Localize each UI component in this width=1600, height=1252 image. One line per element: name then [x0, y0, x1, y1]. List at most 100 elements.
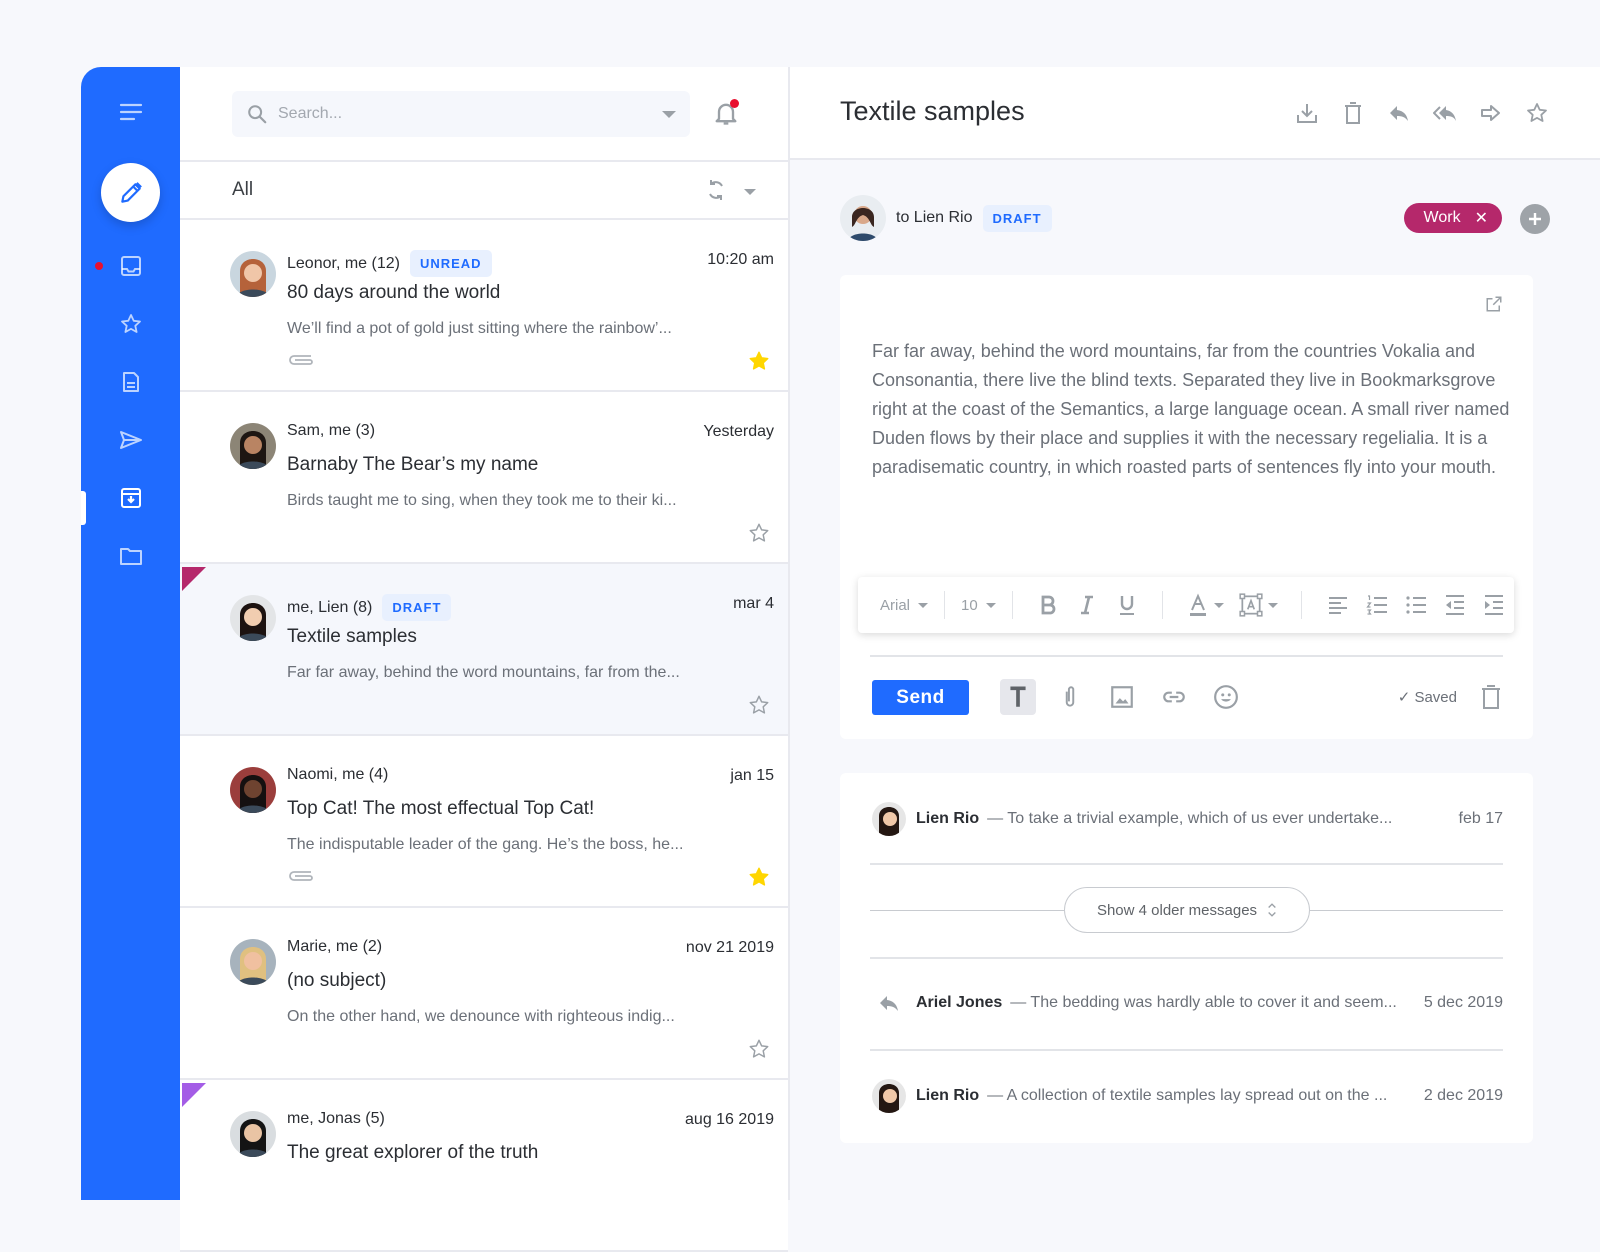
outdent-icon — [1446, 595, 1465, 615]
outdent-button[interactable] — [1443, 592, 1468, 618]
mail-from: Leonor, me (12) — [287, 254, 400, 272]
mail-subject: The great explorer of the truth — [287, 1142, 539, 1163]
mail-participants: Sam, me (3) — [287, 422, 375, 440]
thread-message[interactable]: Lien Rio — To take a trivial example, wh… — [872, 801, 1503, 837]
indent-button[interactable] — [1482, 592, 1507, 618]
text-color-icon — [1190, 593, 1207, 616]
mail-from: Naomi, me (4) — [287, 766, 389, 783]
thread-message[interactable]: Lien Rio — A collection of textile sampl… — [872, 1078, 1503, 1114]
folder-icon — [119, 548, 142, 565]
status-badge: DRAFT — [982, 204, 1052, 232]
numbered-list-icon — [1366, 595, 1387, 615]
sidebar-item-starred[interactable] — [118, 311, 144, 337]
notification-dot — [730, 99, 739, 108]
insert-image-button[interactable] — [1104, 679, 1140, 715]
older-messages-label: Show 4 older messages — [1096, 901, 1258, 919]
italic-button[interactable] — [1075, 592, 1100, 618]
refresh-icon[interactable] — [704, 178, 728, 202]
document-icon — [122, 372, 139, 392]
message-body-editor[interactable]: Far far away, behind the word mountains,… — [872, 337, 1512, 482]
text-color-select[interactable] — [1186, 593, 1225, 617]
tag-label: Work — [1423, 209, 1461, 226]
refresh-options-dropdown[interactable] — [744, 189, 756, 195]
mail-list-item[interactable]: Leonor, me (12) UNREAD 10:20 am 80 days aro… — [180, 220, 788, 392]
reply-all-button[interactable] — [1432, 100, 1458, 126]
mail-list-item[interactable]: Naomi, me (4) jan 15 Top Cat! The most eff… — [180, 736, 788, 908]
text-format-toggle[interactable] — [1000, 679, 1036, 715]
toolbar-divider — [1011, 591, 1013, 619]
delete-button[interactable] — [1340, 100, 1366, 126]
mail-participants: Leonor, me (12) UNREAD — [287, 250, 492, 277]
star-icon[interactable] — [748, 1038, 770, 1060]
font-size-select[interactable]: 10 — [961, 597, 996, 614]
mail-subject: Textile samples — [287, 626, 417, 647]
underline-button[interactable] — [1114, 592, 1139, 618]
font-family-select[interactable]: Arial — [880, 597, 929, 614]
send-button[interactable]: Send — [872, 680, 969, 715]
tag-work[interactable]: Work ✕ — [1403, 203, 1502, 233]
insert-emoji-button[interactable] — [1208, 679, 1244, 715]
mail-list-item[interactable]: Marie, me (2) nov 21 2019 (no subject) On t… — [180, 908, 788, 1080]
avatar — [230, 423, 276, 469]
mail-date: jan 15 — [730, 767, 774, 784]
avatar — [230, 1111, 276, 1157]
remove-tag-icon[interactable]: ✕ — [1475, 208, 1488, 228]
popout-icon[interactable] — [1485, 295, 1503, 313]
detail-header: Textile samples — [790, 67, 1600, 160]
mail-participants: Naomi, me (4) — [287, 766, 388, 784]
show-older-messages-button[interactable]: Show 4 older messages — [1064, 887, 1310, 933]
mail-list-item[interactable]: Sam, me (3) Yesterday Barnaby The Bear’s m… — [180, 392, 788, 564]
align-left-button[interactable] — [1325, 592, 1350, 618]
notifications-button[interactable] — [712, 99, 740, 127]
avatar — [230, 767, 276, 813]
download-button[interactable] — [1294, 100, 1320, 126]
sidebar-item-archive[interactable] — [118, 485, 144, 511]
bullet-list-button[interactable] — [1403, 592, 1428, 618]
attach-button[interactable] — [1052, 679, 1088, 715]
star-icon[interactable] — [748, 522, 770, 544]
sidebar-item-folders[interactable] — [118, 543, 144, 569]
search-input[interactable] — [278, 105, 662, 123]
search-bar — [232, 91, 690, 137]
sidebar-item-drafts[interactable] — [118, 369, 144, 395]
status-badge: UNREAD — [409, 250, 492, 277]
recipient-label: to Lien Rio — [896, 209, 973, 227]
star-button[interactable] — [1524, 100, 1550, 126]
bold-icon — [1041, 595, 1056, 615]
thread-message[interactable]: Ariel Jones — The bedding was hardly abl… — [872, 985, 1503, 1021]
mail-list-item[interactable]: me, Lien (8) DRAFT mar 4 Textile samples Far… — [180, 564, 788, 736]
mail-subject: Barnaby The Bear’s my name — [287, 454, 539, 475]
sidebar-item-sent[interactable] — [118, 427, 144, 453]
insert-link-button[interactable] — [1156, 679, 1192, 715]
text-box-select[interactable] — [1238, 592, 1279, 618]
filter-selector[interactable]: All — [232, 179, 253, 201]
inbox-icon — [120, 256, 141, 276]
align-left-icon — [1328, 597, 1347, 614]
reply-button[interactable] — [1386, 100, 1412, 126]
mail-from: Marie, me (2) — [287, 938, 383, 955]
chevron-down-icon — [918, 602, 929, 608]
sidebar — [81, 67, 180, 1200]
download-icon — [1297, 104, 1317, 123]
emoji-icon — [1214, 685, 1238, 709]
search-options-dropdown[interactable] — [662, 110, 676, 118]
bold-button[interactable] — [1036, 592, 1061, 618]
sidebar-item-inbox[interactable] — [118, 253, 144, 279]
mail-participants: me, Jonas (5) — [287, 1110, 385, 1128]
inbox-notification-dot — [95, 262, 103, 270]
compose-button[interactable] — [101, 163, 160, 222]
menu-button[interactable] — [118, 99, 144, 125]
trash-icon[interactable] — [1479, 684, 1503, 710]
add-tag-button[interactable] — [1520, 204, 1550, 234]
recipient-avatar — [840, 195, 886, 241]
forward-button[interactable] — [1478, 100, 1504, 126]
mail-list-item[interactable]: me, Jonas (5) aug 16 2019 The great explor… — [180, 1080, 788, 1252]
star-icon[interactable] — [748, 866, 770, 888]
thread-snippet: — To take a trivial example, which of us… — [987, 810, 1393, 827]
star-icon[interactable] — [748, 350, 770, 372]
archive-icon — [120, 488, 141, 508]
star-icon — [120, 314, 141, 333]
numbered-list-button[interactable] — [1364, 592, 1389, 618]
star-icon[interactable] — [748, 694, 770, 716]
recipient-row: to Lien Rio DRAFT Work ✕ — [840, 195, 1550, 241]
